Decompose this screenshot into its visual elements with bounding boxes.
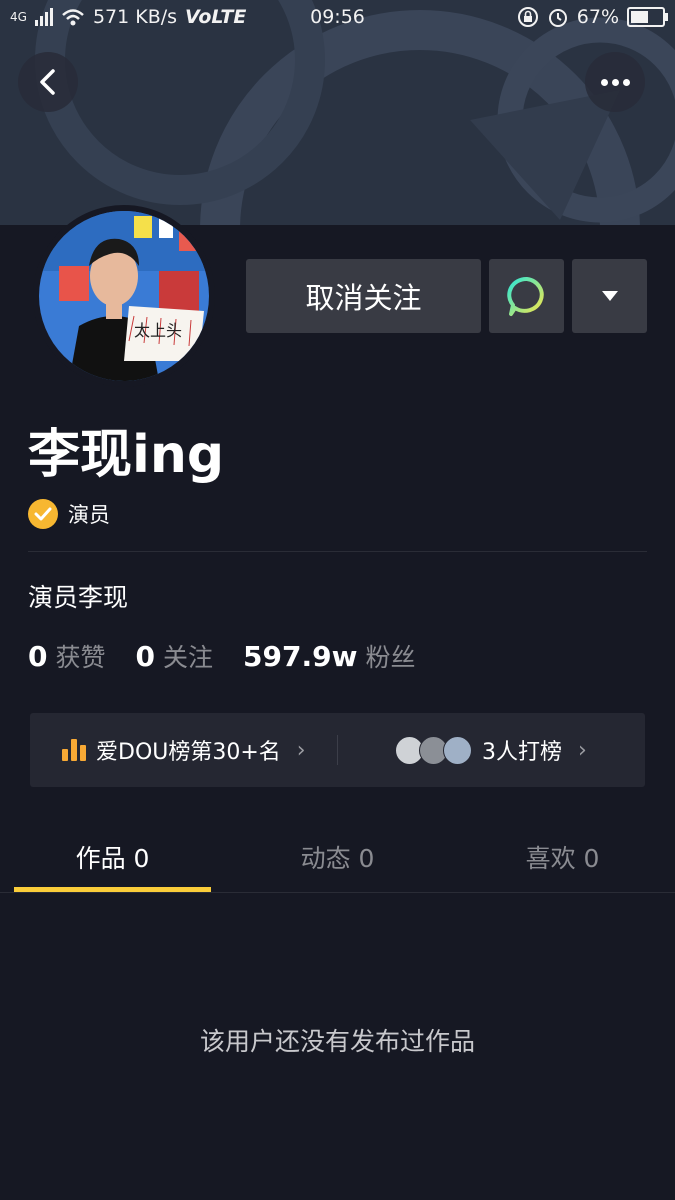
- divider: [28, 551, 647, 552]
- tab-works[interactable]: 作品 0: [0, 822, 225, 892]
- back-arrow-icon: [40, 69, 55, 95]
- idol-rank-link[interactable]: 爱DOU榜第30+名 ›: [62, 713, 306, 787]
- recommend-dropdown-button[interactable]: [572, 259, 647, 333]
- verified-label: 演员: [68, 503, 110, 527]
- rotation-lock-icon: [517, 7, 538, 27]
- unfollow-button[interactable]: 取消关注: [246, 259, 481, 333]
- svg-text:太上头: 太上头: [134, 321, 182, 340]
- tab-likes[interactable]: 喜欢 0: [450, 822, 675, 892]
- chevron-right-icon: ›: [296, 737, 306, 763]
- message-button[interactable]: [489, 259, 564, 333]
- alarm-icon: [548, 9, 567, 27]
- more-dots-icon: [600, 78, 630, 86]
- followers-count[interactable]: 597.9w: [243, 640, 357, 673]
- empty-state-message: 该用户还没有发布过作品: [199, 1027, 475, 1056]
- battery-percent: 67%: [576, 6, 619, 28]
- battery-icon: [627, 7, 668, 27]
- supporter-avatar: [443, 735, 472, 765]
- avatar[interactable]: 太上头: [33, 205, 215, 387]
- profile-name: 李现ing: [28, 425, 225, 485]
- likes-count: 0: [28, 640, 48, 673]
- tab-moments[interactable]: 动态 0: [225, 822, 450, 892]
- chevron-right-icon: ›: [578, 737, 587, 763]
- rank-label: 爱DOU榜第30+名: [96, 740, 281, 765]
- idol-rank-bar: 爱DOU榜第30+名 › 3人打榜 ›: [30, 713, 645, 787]
- following-count[interactable]: 0: [136, 640, 155, 673]
- profile-bio: 演员李现: [28, 583, 129, 612]
- verified-check-icon: [28, 499, 58, 529]
- verification-badge: 演员: [28, 499, 110, 529]
- content-tabs: 作品 0 动态 0 喜欢 0: [0, 822, 675, 893]
- active-tab-indicator: [14, 887, 211, 892]
- rank-separator: [337, 735, 338, 765]
- status-bar: 4G 571 KB/s VoLTE 09:56 67%: [0, 0, 675, 36]
- supporters-link[interactable]: 3人打榜 ›: [395, 713, 587, 787]
- triangle-down-icon: [601, 291, 618, 301]
- following-label[interactable]: 关注: [163, 638, 213, 674]
- chat-bubble-icon: [506, 277, 544, 316]
- likes-label: 获赞: [55, 643, 106, 672]
- profile-stats: 0 获赞 0 关注 597.9w 粉丝: [28, 638, 445, 674]
- supporters-label: 3人打榜: [482, 740, 562, 765]
- back-button[interactable]: [18, 52, 78, 112]
- supporter-avatars: [395, 735, 472, 765]
- bar-chart-icon: [62, 739, 86, 761]
- followers-label[interactable]: 粉丝: [365, 638, 415, 674]
- avatar-image: 太上头: [39, 211, 209, 381]
- more-button[interactable]: [585, 52, 645, 112]
